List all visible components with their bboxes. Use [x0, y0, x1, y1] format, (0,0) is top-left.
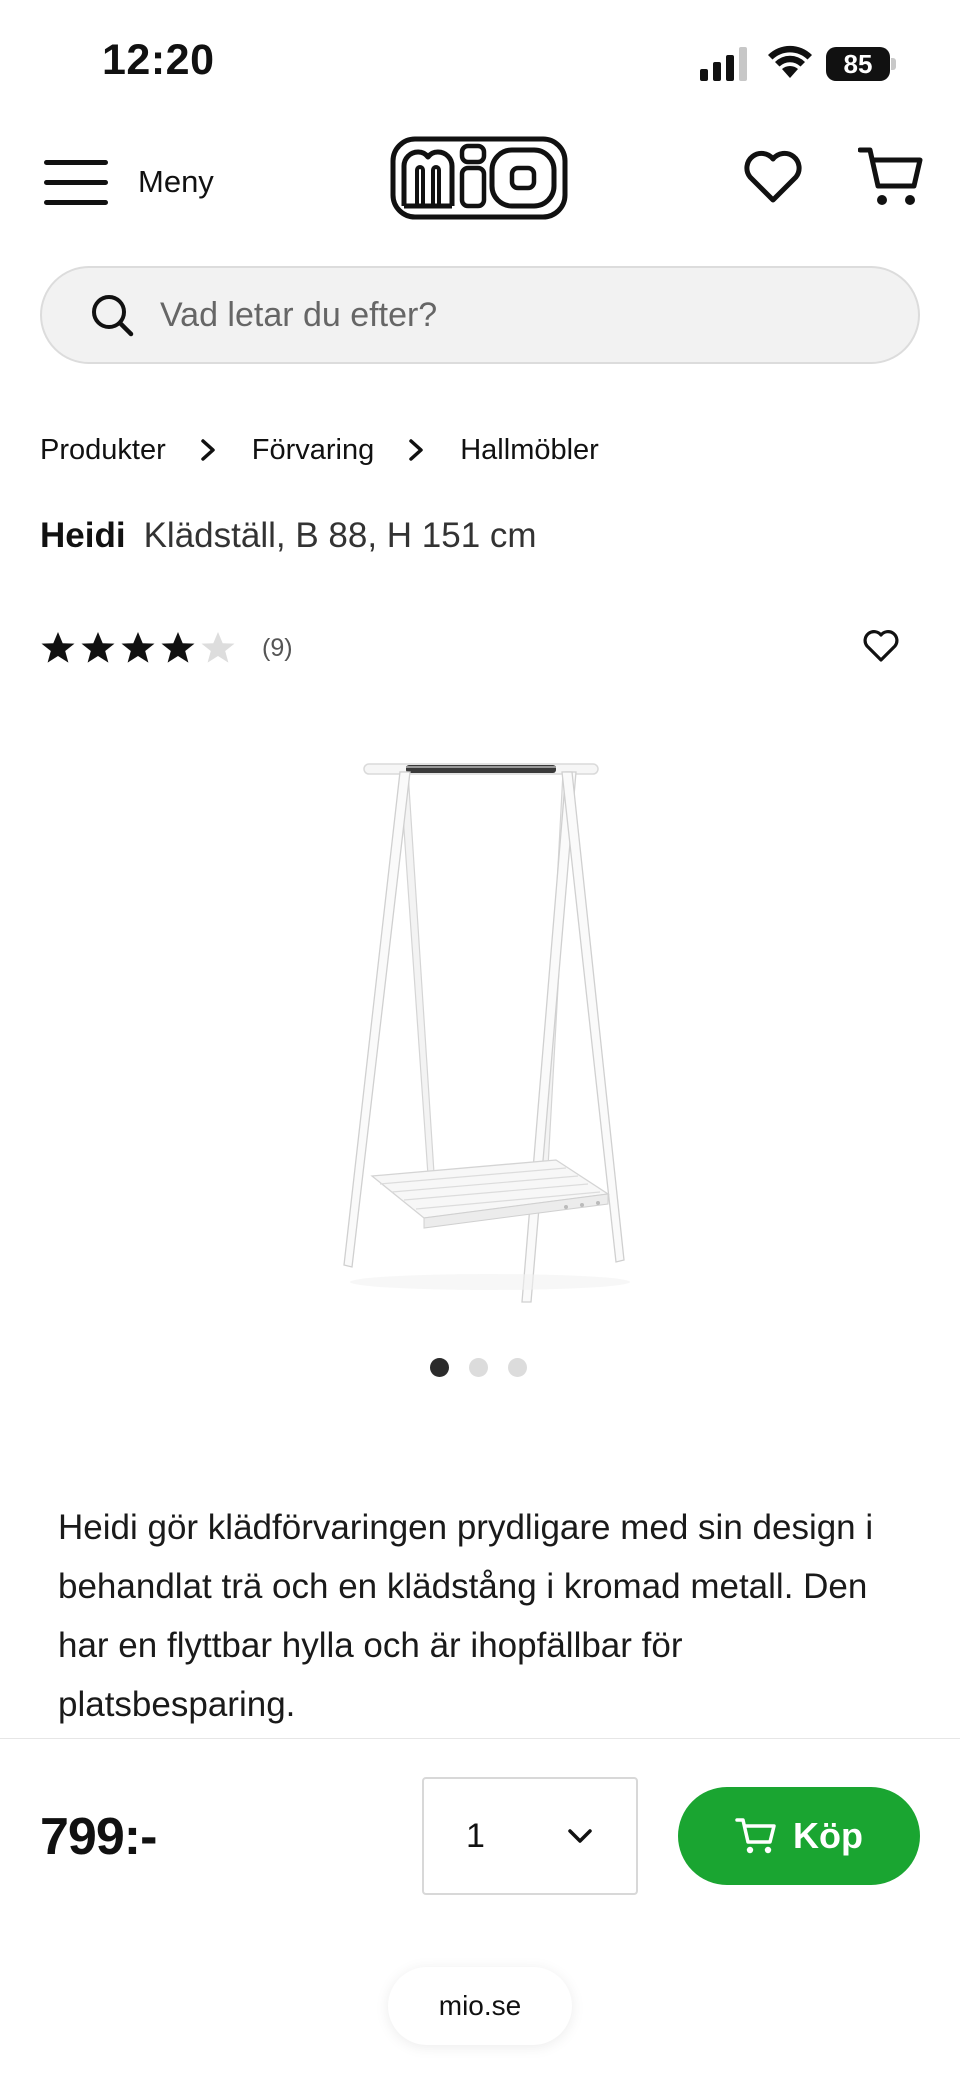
battery-icon: 85	[826, 47, 896, 81]
menu-label: Meny	[138, 164, 214, 199]
chevron-right-icon	[409, 439, 423, 461]
menu-button[interactable]: Meny	[44, 150, 244, 214]
quantity-select[interactable]: 1	[422, 1777, 638, 1895]
battery-level: 85	[843, 49, 873, 79]
carousel-dot[interactable]	[430, 1358, 449, 1377]
cart-icon	[735, 1818, 776, 1854]
star-rating	[41, 632, 235, 663]
purchase-bar: 799:- 1 Köp mio.se	[0, 1738, 960, 2078]
star-icon	[121, 632, 155, 663]
product-price: 799:-	[40, 1808, 157, 1866]
product-title: Heidi Klädställ, B 88, H 151 cm	[40, 516, 537, 556]
product-description: Heidi gör klädförvaringen prydligare med…	[58, 1508, 874, 1724]
breadcrumb-link-produkter[interactable]: Produkter	[40, 434, 166, 467]
buy-label: Köp	[793, 1815, 863, 1856]
menu-icon	[44, 156, 110, 208]
browser-url-pill[interactable]: mio.se	[388, 1967, 572, 2045]
status-time: 12:20	[102, 36, 215, 84]
breadcrumb-link-forvaring[interactable]: Förvaring	[252, 434, 375, 467]
star-icon	[161, 632, 195, 663]
star-empty-icon	[201, 632, 235, 663]
buy-button[interactable]: Köp	[678, 1787, 920, 1885]
breadcrumb: Produkter Förvaring Hallmöbler	[40, 428, 599, 472]
carousel-dot[interactable]	[508, 1358, 527, 1377]
mio-logo[interactable]	[390, 136, 568, 220]
chevron-down-icon	[568, 1829, 592, 1843]
cart-icon[interactable]	[858, 146, 924, 208]
wifi-icon	[768, 45, 812, 78]
image-carousel-dots	[430, 1358, 530, 1378]
product-page: 12:20 85 Meny Vad letar du efter? Produk…	[0, 0, 960, 2078]
product-name: Klädställ, B 88, H 151 cm	[143, 516, 537, 555]
product-rating[interactable]: (9)	[40, 630, 293, 666]
chevron-right-icon	[200, 439, 215, 461]
search-bar[interactable]	[40, 266, 920, 364]
site-header: Meny	[0, 130, 960, 230]
breadcrumb-link-hallmobler[interactable]: Hallmöbler	[460, 434, 599, 467]
status-bar: 12:20 85	[0, 0, 960, 120]
star-icon	[81, 632, 115, 663]
quantity-value: 1	[466, 1816, 485, 1855]
rating-count: (9)	[262, 633, 293, 662]
search-input[interactable]	[160, 295, 840, 335]
search-icon	[92, 295, 134, 337]
carousel-dot[interactable]	[469, 1358, 488, 1377]
star-icon	[41, 632, 75, 663]
heart-icon[interactable]	[742, 148, 804, 206]
product-image[interactable]	[330, 742, 630, 1312]
battery-cap	[891, 58, 896, 70]
favorite-heart-icon[interactable]	[862, 628, 900, 664]
signal-icon	[700, 47, 747, 81]
product-brand: Heidi	[40, 516, 126, 555]
